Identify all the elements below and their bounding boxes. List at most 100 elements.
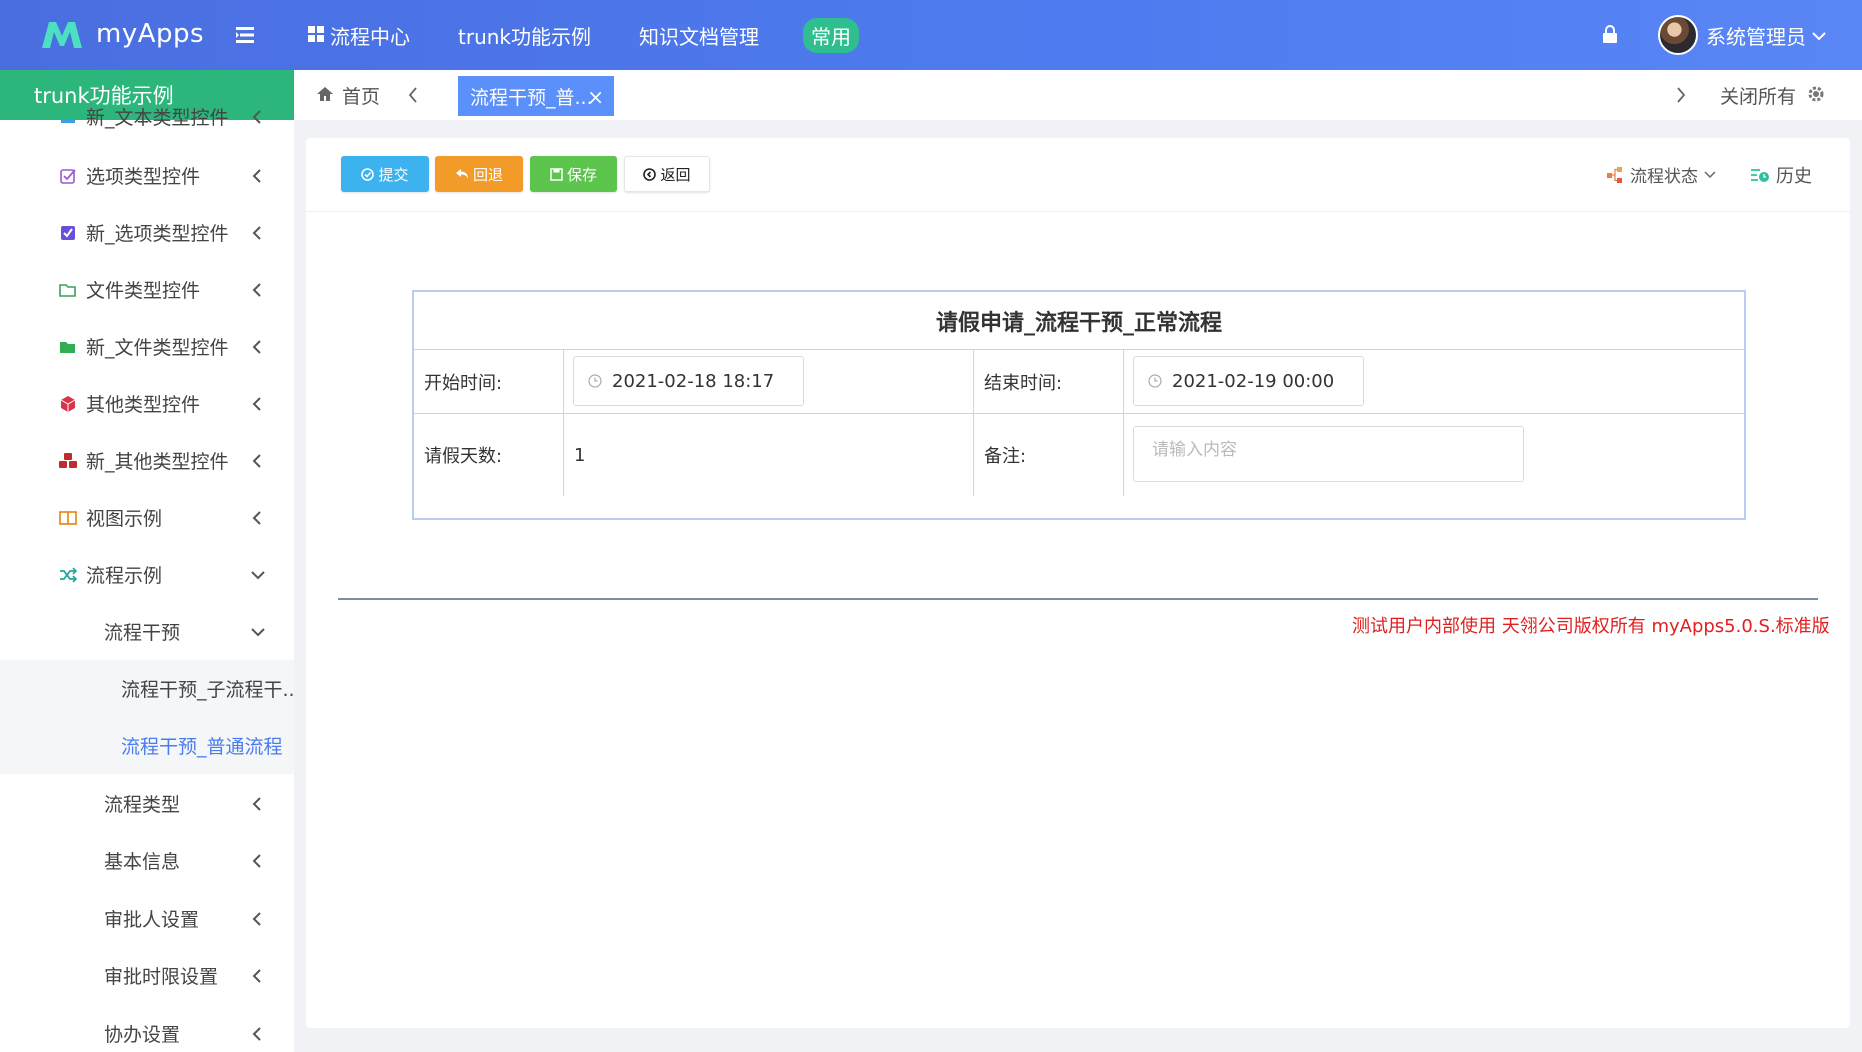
tab-active[interactable]: 流程干预_普... × [458, 76, 614, 116]
sidebar-item-other-controls[interactable]: 其他类型控件 [0, 375, 294, 432]
sidebar-item-normal-flow-intervention[interactable]: 流程干预_普通流程 [0, 717, 294, 774]
sidebar-item-label: 选项类型控件 [86, 166, 201, 188]
nav-common-pill[interactable]: 常用 [803, 17, 859, 53]
nav-label: trunk功能示例 [458, 24, 591, 49]
top-nav: 流程中心 trunk功能示例 知识文档管理 常用 [308, 0, 859, 70]
sidebar-item-assist-settings[interactable]: 协办设置 [0, 1005, 294, 1052]
sidebar-item-new-file-controls[interactable]: 新_文件类型控件 [0, 318, 294, 375]
tab-home[interactable]: 首页 [316, 82, 380, 109]
sidebar-item-approver-settings[interactable]: 审批人设置 [0, 890, 294, 947]
reply-icon [455, 168, 469, 180]
chevron-left-icon[interactable] [406, 86, 420, 108]
nav-trunk-examples[interactable]: trunk功能示例 [458, 21, 591, 50]
submit-button[interactable]: 提交 [341, 156, 429, 192]
form-toolbar: 提交 回退 保存 返回 流程状态 历史 [306, 138, 1850, 212]
columns-icon [58, 508, 78, 528]
chevron-left-icon [250, 852, 264, 868]
save-button[interactable]: 保存 [530, 156, 617, 192]
start-time-value: 2021-02-18 18:17 [612, 370, 775, 392]
sidebar-item-file-controls[interactable]: 文件类型控件 [0, 261, 294, 318]
sidebar-item-label: 流程类型 [104, 794, 181, 816]
flow-diagram-icon [1606, 166, 1624, 184]
user-menu[interactable]: 系统管理员 [1658, 14, 1826, 56]
text-icon [58, 107, 78, 127]
lock-icon[interactable] [1601, 24, 1619, 44]
nav-label: 知识文档管理 [639, 24, 759, 49]
app-logo[interactable]: myApps [40, 14, 204, 54]
chevron-left-icon [250, 338, 264, 354]
checkbox-outline-icon [58, 166, 78, 186]
return-button[interactable]: 返回 [624, 156, 710, 192]
gear-icon[interactable] [1806, 84, 1826, 108]
cubes-icon [58, 451, 78, 471]
end-time-value: 2021-02-19 00:00 [1172, 370, 1335, 392]
nav-knowledge-docs[interactable]: 知识文档管理 [639, 21, 759, 50]
rollback-button[interactable]: 回退 [435, 156, 523, 192]
folder-outline-icon [58, 280, 78, 300]
sidebar-item-label: 流程干预_普通流程 [121, 736, 283, 758]
start-time-input[interactable]: 2021-02-18 18:17 [573, 356, 804, 406]
nav-label: 流程中心 [330, 24, 410, 49]
chevron-left-icon [250, 395, 264, 411]
history-button[interactable]: 历史 [1750, 162, 1812, 188]
chevron-left-icon [250, 967, 264, 983]
leave-days-value: 1 [564, 414, 974, 496]
close-icon[interactable]: × [587, 85, 604, 109]
form-row-days: 请假天数: 1 备注: 请输入内容 [414, 414, 1744, 518]
sidebar-item-label: 新_选项类型控件 [86, 223, 229, 245]
check-circle-icon [361, 167, 375, 181]
chevron-left-icon [250, 224, 264, 240]
myapps-logo-icon [40, 18, 84, 50]
sidebar-item-label: 视图示例 [86, 508, 163, 530]
chevron-left-icon [250, 910, 264, 926]
end-time-input[interactable]: 2021-02-19 00:00 [1133, 356, 1364, 406]
sidebar-item-new-text-controls[interactable]: 新_文本类型控件 [0, 88, 294, 145]
close-all-tabs[interactable]: 关闭所有 [1720, 82, 1796, 109]
clock-icon [588, 374, 602, 388]
main-panel: 提交 回退 保存 返回 流程状态 历史 请假申请_流程干预_正常流程 开始时间: [306, 138, 1850, 1028]
nav-flow-center[interactable]: 流程中心 [308, 21, 410, 50]
chevron-left-icon [250, 1025, 264, 1041]
flow-state-dropdown[interactable]: 流程状态 [1606, 162, 1716, 187]
sidebar-item-view-examples[interactable]: 视图示例 [0, 489, 294, 546]
avatar [1658, 15, 1698, 55]
grid-icon [308, 23, 324, 47]
sidebar-item-new-option-controls[interactable]: 新_选项类型控件 [0, 204, 294, 261]
start-time-label: 开始时间: [414, 350, 564, 413]
chevron-right-icon[interactable] [1674, 86, 1688, 108]
chevron-down-icon [250, 623, 265, 639]
form-title: 请假申请_流程干预_正常流程 [414, 292, 1744, 350]
sidebar-item-flow-intervention[interactable]: 流程干预 [0, 603, 294, 660]
tab-active-label: 流程干预_普... [470, 86, 593, 109]
leave-form: 请假申请_流程干预_正常流程 开始时间: 2021-02-18 18:17 结束… [412, 290, 1746, 520]
sidebar-item-label: 新_文件类型控件 [86, 337, 229, 359]
sidebar-item-flow-types[interactable]: 流程类型 [0, 775, 294, 832]
chevron-down-icon [1812, 26, 1826, 45]
form-row-time: 开始时间: 2021-02-18 18:17 结束时间: 2021-02-19 … [414, 350, 1744, 414]
chevron-left-icon [250, 795, 264, 811]
app-name: myApps [96, 19, 205, 49]
sidebar-item-label: 审批时限设置 [104, 966, 219, 988]
sidebar-item-approval-deadline[interactable]: 审批时限设置 [0, 947, 294, 1004]
start-time-cell: 2021-02-18 18:17 [564, 350, 974, 413]
chevron-left-icon [250, 452, 264, 468]
sidebar-item-subflow-intervention[interactable]: 流程干预_子流程干... [0, 660, 294, 717]
folder-filled-icon [58, 337, 78, 357]
checkbox-filled-icon [58, 223, 78, 243]
end-time-cell: 2021-02-19 00:00 [1124, 350, 1744, 413]
chevron-left-icon [250, 509, 264, 525]
sidebar-item-flow-examples[interactable]: 流程示例 [0, 546, 294, 603]
remark-textarea[interactable]: 请输入内容 [1133, 426, 1524, 482]
footer-divider [338, 598, 1818, 600]
sidebar-item-label: 文件类型控件 [86, 280, 201, 302]
history-icon [1750, 167, 1770, 183]
sidebar-item-new-other-controls[interactable]: 新_其他类型控件 [0, 432, 294, 489]
menu-toggle-icon[interactable] [234, 24, 256, 46]
sidebar-item-basic-info[interactable]: 基本信息 [0, 832, 294, 889]
sidebar: trunk功能示例 新_文本类型控件 选项类型控件 新_选项类型控件 文件类型控… [0, 70, 294, 1052]
remark-label: 备注: [974, 414, 1124, 496]
flow-state-label: 流程状态 [1630, 167, 1698, 187]
sidebar-item-label: 协办设置 [104, 1024, 181, 1046]
sidebar-item-label: 流程干预_子流程干... [121, 679, 294, 701]
sidebar-item-option-controls[interactable]: 选项类型控件 [0, 147, 294, 204]
